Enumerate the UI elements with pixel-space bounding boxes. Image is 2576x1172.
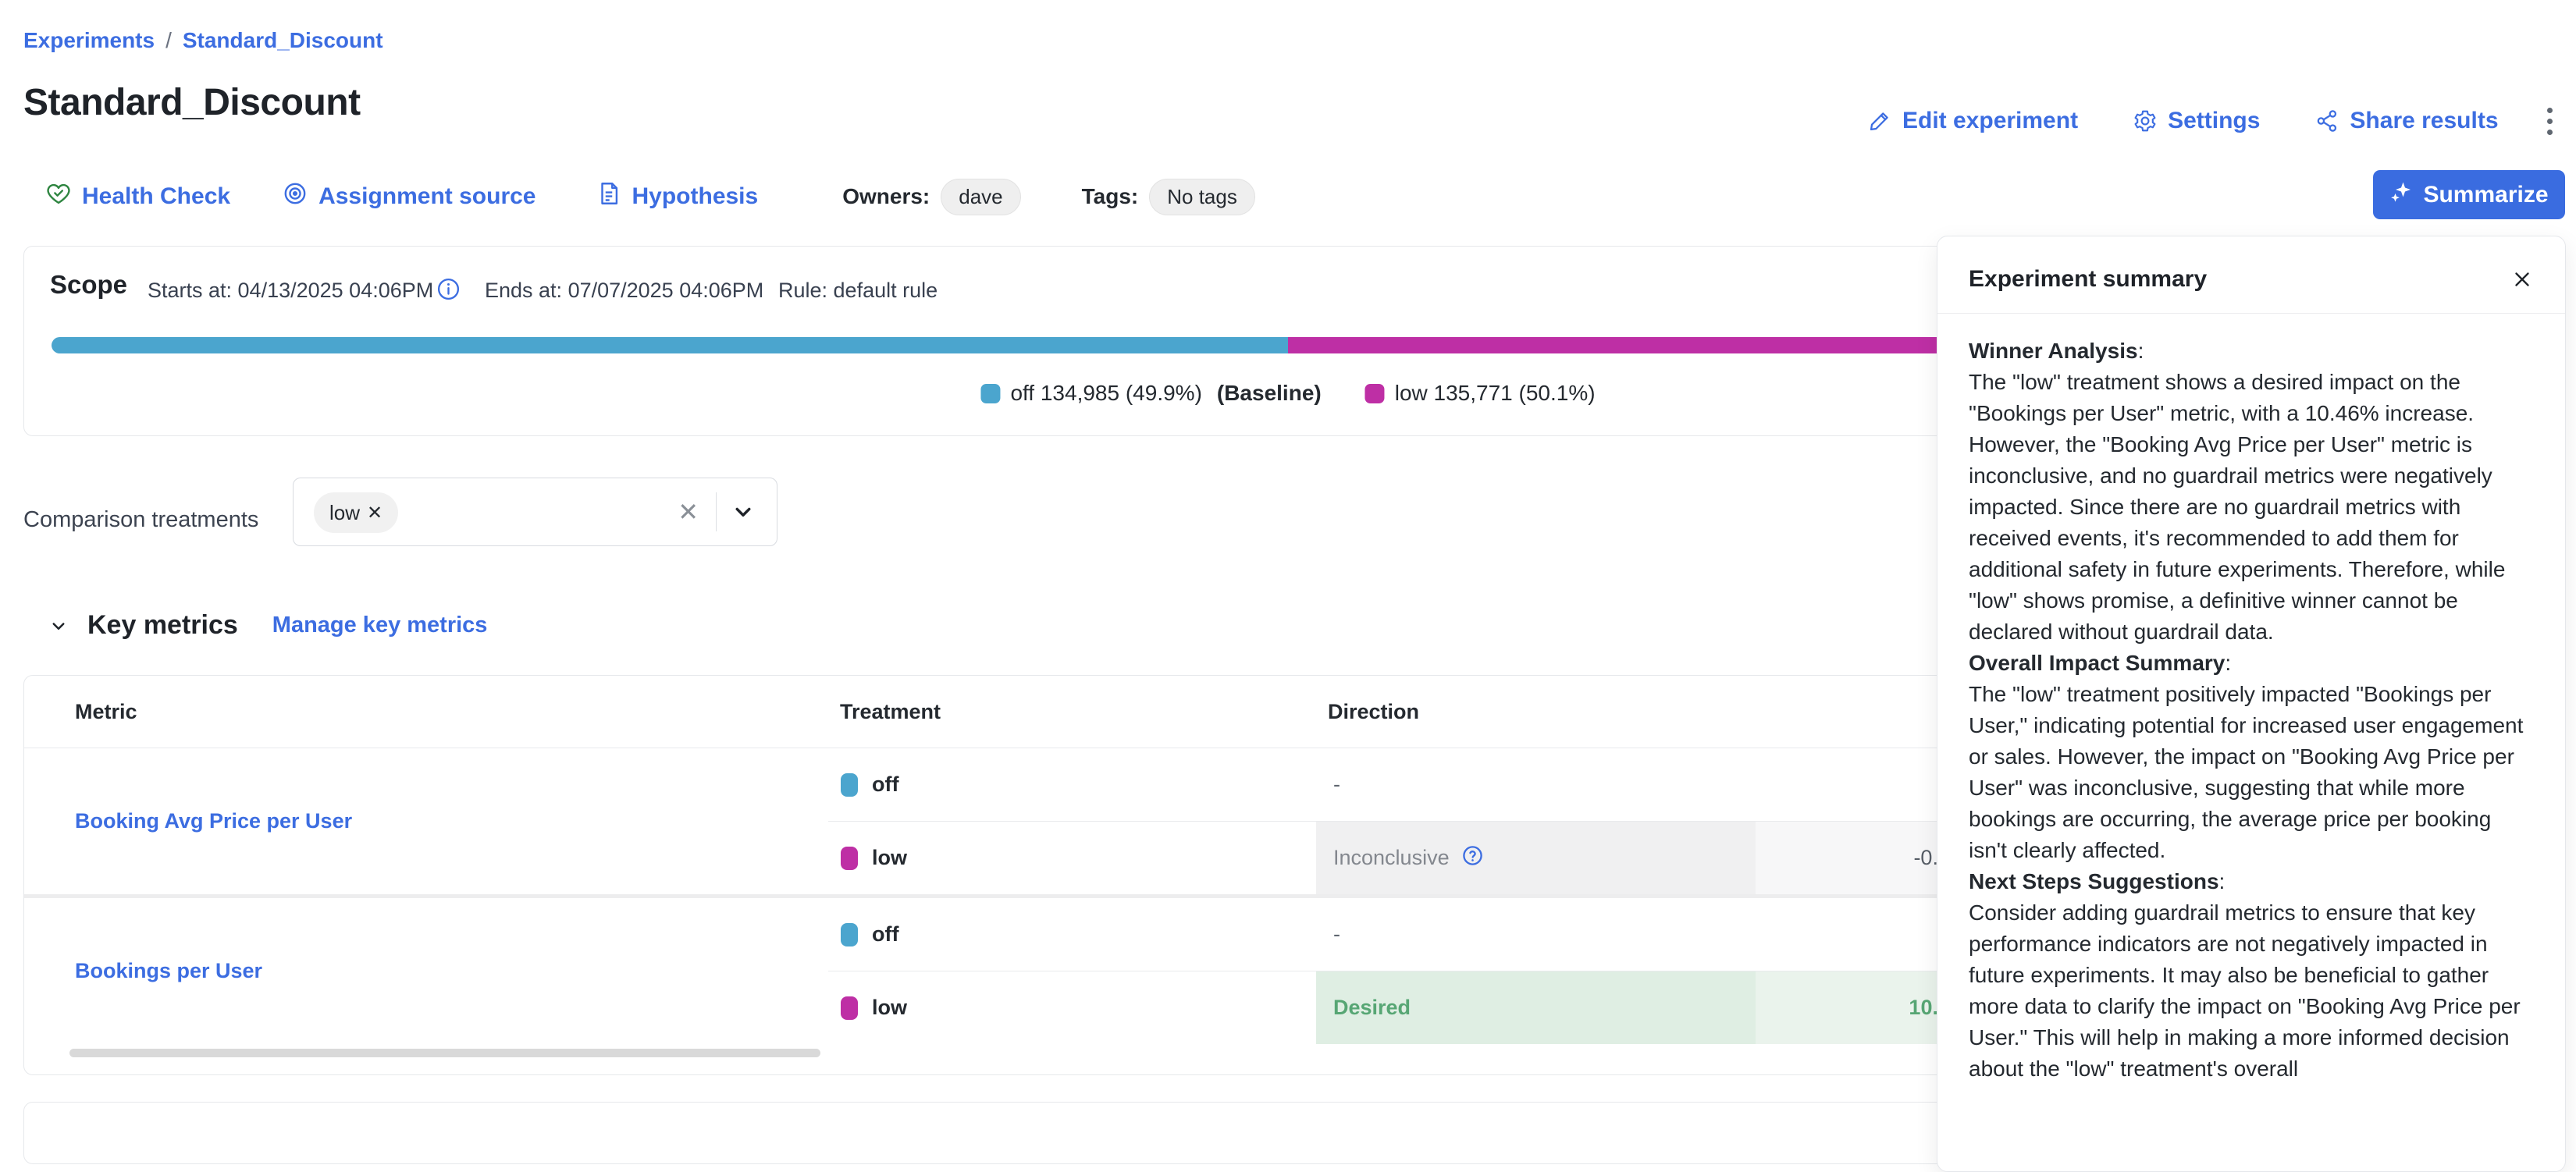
key-metrics-title: Key metrics — [87, 610, 238, 641]
experiment-meta-row: Health Check Assignment source Hypothesi… — [45, 175, 1255, 218]
scope-title: Scope — [50, 270, 127, 300]
breadcrumb-current-link[interactable]: Standard_Discount — [183, 28, 383, 53]
metric-link-booking-avg-price[interactable]: Booking Avg Price per User — [75, 809, 352, 833]
owner-pill[interactable]: dave — [941, 179, 1020, 215]
off-color-swatch — [841, 923, 858, 946]
assignment-source-link[interactable]: Assignment source — [282, 180, 535, 213]
health-check-link[interactable]: Health Check — [45, 180, 230, 213]
info-icon[interactable] — [436, 276, 461, 306]
low-color-swatch — [841, 847, 858, 870]
low-color-swatch — [841, 996, 858, 1020]
summary-section-body: The "low" treatment positively impacted … — [1969, 679, 2534, 866]
summary-section: Overall Impact Summary: The "low" treatm… — [1969, 648, 2534, 866]
off-color-swatch — [980, 384, 1000, 403]
direction-cell: Inconclusive — [1316, 822, 1756, 894]
summarize-button[interactable]: Summarize — [2373, 170, 2565, 219]
header-actions: Edit experiment Settings Share results — [1867, 100, 2560, 142]
summary-section-body: The "low" treatment shows a desired impa… — [1969, 367, 2534, 648]
off-color-swatch — [841, 773, 858, 797]
direction-cell: Desired — [1316, 971, 1756, 1044]
chip-remove-icon[interactable]: ✕ — [367, 502, 382, 524]
horizontal-scrollbar-thumb[interactable] — [69, 1049, 820, 1057]
breadcrumb: Experiments / Standard_Discount — [23, 28, 383, 53]
summary-section: Winner Analysis: The "low" treatment sho… — [1969, 336, 2534, 648]
panel-body: Winner Analysis: The "low" treatment sho… — [1937, 314, 2565, 1085]
breadcrumb-experiments-link[interactable]: Experiments — [23, 28, 155, 53]
metric-link-bookings-per-user[interactable]: Bookings per User — [75, 959, 262, 983]
share-icon — [2314, 108, 2339, 133]
direction-cell: - — [1316, 898, 1756, 971]
chevron-down-icon[interactable] — [730, 478, 756, 545]
share-results-button[interactable]: Share results — [2314, 108, 2498, 134]
pencil-icon — [1867, 108, 1892, 133]
select-divider — [716, 492, 717, 531]
edit-experiment-button[interactable]: Edit experiment — [1867, 108, 2078, 134]
tags-pill[interactable]: No tags — [1149, 179, 1255, 215]
clear-selection-icon[interactable]: ✕ — [678, 478, 699, 545]
allocation-legend: off 134,985 (49.9%) (Baseline) low 135,7… — [980, 381, 1595, 406]
column-header-metric: Metric — [75, 676, 137, 748]
column-header-direction: Direction — [1328, 676, 1419, 748]
legend-item-off: off 134,985 (49.9%) (Baseline) — [980, 381, 1321, 406]
owners-label: Owners: — [842, 184, 930, 209]
treatment-chip-low[interactable]: low ✕ — [314, 492, 398, 533]
gear-icon — [2133, 108, 2158, 133]
more-options-kebab-menu[interactable] — [2539, 103, 2560, 140]
hypothesis-link[interactable]: Hypothesis — [596, 180, 759, 213]
key-metrics-header: Key metrics Manage key metrics — [47, 610, 487, 641]
scope-rule: Rule: default rule — [778, 279, 938, 303]
document-icon — [596, 180, 622, 213]
legend-item-low: low 135,771 (50.1%) — [1365, 381, 1596, 406]
question-circle-icon[interactable] — [1461, 843, 1485, 873]
comparison-treatments-label: Comparison treatments — [23, 507, 258, 533]
experiment-summary-panel: Experiment summary Winner Analysis: The … — [1937, 236, 2566, 1172]
scope-ends-at: Ends at: 07/07/2025 04:06PM — [485, 279, 763, 303]
column-header-treatment: Treatment — [840, 676, 941, 748]
scope-starts-at: Starts at: 04/13/2025 04:06PM — [148, 279, 433, 303]
tags-label: Tags: — [1082, 184, 1139, 209]
settings-button[interactable]: Settings — [2133, 108, 2260, 134]
sparkles-icon — [2389, 180, 2413, 210]
low-color-swatch — [1365, 384, 1385, 403]
breadcrumb-separator: / — [165, 28, 172, 53]
close-icon[interactable] — [2507, 265, 2537, 298]
summary-section-body: Consider adding guardrail metrics to ens… — [1969, 897, 2534, 1085]
page-title: Standard_Discount — [23, 81, 361, 124]
panel-title: Experiment summary — [1969, 266, 2534, 293]
target-icon — [282, 180, 308, 213]
manage-key-metrics-link[interactable]: Manage key metrics — [272, 613, 488, 638]
comparison-treatments-select[interactable]: low ✕ ✕ — [293, 478, 777, 546]
direction-cell: - — [1316, 748, 1756, 821]
summary-section: Next Steps Suggestions: Consider adding … — [1969, 866, 2534, 1085]
collapse-chevron-icon[interactable] — [47, 614, 70, 637]
allocation-segment-off — [52, 337, 1288, 353]
heart-check-icon — [45, 180, 72, 213]
